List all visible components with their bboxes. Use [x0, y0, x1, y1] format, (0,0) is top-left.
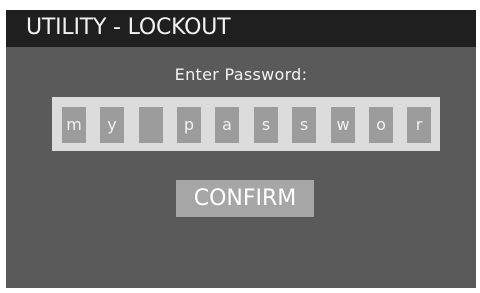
password-char-cell[interactable]	[139, 107, 163, 143]
password-char-cell[interactable]: m	[62, 107, 86, 143]
title-bar: UTILITY - LOCKOUT	[6, 10, 476, 47]
password-char-cell[interactable]: p	[177, 107, 201, 143]
password-entry-field[interactable]: m y p a s s w o r	[52, 97, 440, 151]
password-char-cell[interactable]: s	[254, 107, 278, 143]
page-title: UTILITY - LOCKOUT	[26, 15, 231, 40]
password-char-cell[interactable]: s	[292, 107, 316, 143]
confirm-button[interactable]: CONFIRM	[176, 180, 314, 217]
lockout-screen: UTILITY - LOCKOUT Enter Password: m y p …	[6, 10, 476, 288]
password-char-cell[interactable]: w	[331, 107, 355, 143]
password-char-cell[interactable]: a	[215, 107, 239, 143]
password-char-cell[interactable]: y	[100, 107, 124, 143]
password-char-cell[interactable]: o	[369, 107, 393, 143]
password-char-cell[interactable]: r	[407, 107, 431, 143]
password-prompt: Enter Password:	[174, 65, 308, 84]
